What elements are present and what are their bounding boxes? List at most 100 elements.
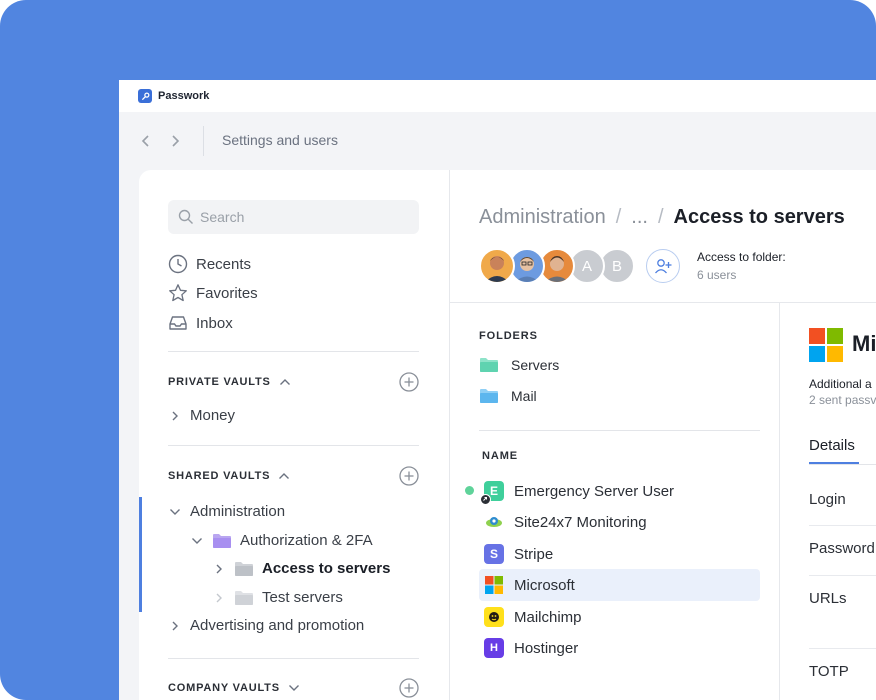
search-icon xyxy=(178,209,193,224)
folder-label: Servers xyxy=(511,357,560,373)
folders-heading: FOLDERS xyxy=(479,330,538,342)
vault-advertising-and-promotion[interactable]: Advertising and promotion xyxy=(168,617,364,634)
shared-vaults-header[interactable]: SHARED VAULTS xyxy=(168,466,419,486)
folder-test-servers[interactable]: Test servers xyxy=(212,589,343,606)
folder-servers[interactable]: Servers xyxy=(479,357,559,373)
navbar: Settings and users xyxy=(119,112,876,170)
item-label: Site24x7 Monitoring xyxy=(514,513,647,531)
tab-details[interactable]: Details xyxy=(809,437,855,454)
app-window: Passwork Settings and users Search Recen… xyxy=(119,80,876,700)
back-arrow-icon[interactable] xyxy=(138,132,154,150)
folder-label: Test servers xyxy=(262,589,343,606)
avatar-letter: B xyxy=(611,257,622,275)
menu-label: Favorites xyxy=(196,284,258,302)
folder-icon xyxy=(234,561,254,577)
vault-label: Advertising and promotion xyxy=(190,617,365,634)
add-user-button[interactable] xyxy=(646,249,680,283)
folder-icon xyxy=(480,389,498,403)
sidebar-divider xyxy=(168,351,419,352)
sidebar: Search Recents Favorites Inbox PRIVATE V… xyxy=(139,170,449,700)
chevron-down-icon[interactable] xyxy=(190,537,204,545)
item-list-pane: FOLDERS Servers Mail NAME E Emergency Se… xyxy=(450,303,780,700)
main-panel: Administration / ... / Access to servers… xyxy=(449,170,876,700)
add-vault-icon[interactable] xyxy=(399,372,419,397)
field-divider xyxy=(809,575,876,576)
company-vaults-header[interactable]: COMPANY VAULTS xyxy=(168,678,419,698)
access-count: 6 users xyxy=(697,268,737,282)
chevron-up-icon[interactable] xyxy=(278,472,290,480)
private-vaults-header[interactable]: PRIVATE VAULTS xyxy=(168,372,419,392)
search-input[interactable]: Search xyxy=(168,200,419,234)
site24x7-icon xyxy=(484,512,504,532)
folder-mail[interactable]: Mail xyxy=(479,388,537,404)
menu-item-recents[interactable]: Recents xyxy=(168,254,251,274)
vault-administration[interactable]: Administration xyxy=(168,503,285,520)
folder-label: Access to servers xyxy=(262,560,391,577)
add-user-icon xyxy=(655,259,672,274)
chevron-right-icon[interactable] xyxy=(212,563,226,575)
breadcrumb-separator: / xyxy=(615,206,622,228)
list-item[interactable]: Mailchimp xyxy=(479,601,760,633)
hostinger-icon: H xyxy=(484,638,504,658)
add-vault-icon[interactable] xyxy=(399,466,419,491)
avatar-group[interactable]: A B xyxy=(479,248,649,284)
mailchimp-icon xyxy=(484,607,504,627)
avatar-letter: A xyxy=(581,257,592,275)
folder-icon xyxy=(480,358,498,372)
list-item[interactable]: E Emergency Server User xyxy=(479,475,760,507)
list-item[interactable]: Site24x7 Monitoring xyxy=(479,506,760,538)
item-glyph: S xyxy=(489,547,498,561)
detail-title: Mi xyxy=(852,331,876,356)
field-password-label: Password xyxy=(809,540,875,557)
chevron-down-icon[interactable] xyxy=(168,508,182,516)
field-totp-label: TOTP xyxy=(809,663,849,680)
folder-label: Authorization & 2FA xyxy=(240,532,373,549)
item-label: Hostinger xyxy=(514,639,579,657)
section-label: SHARED VAULTS xyxy=(168,470,271,482)
passwork-logo-icon xyxy=(138,89,152,103)
list-divider xyxy=(479,430,760,431)
chevron-right-icon[interactable] xyxy=(168,620,182,632)
chevron-down-icon[interactable] xyxy=(288,684,300,692)
sidebar-divider xyxy=(168,445,419,446)
stripe-icon: S xyxy=(484,544,504,564)
clock-icon xyxy=(168,254,188,274)
titlebar: Passwork xyxy=(119,80,876,112)
item-label: Emergency Server User xyxy=(514,482,675,500)
folder-icon xyxy=(212,533,232,549)
breadcrumb-root[interactable]: Administration xyxy=(479,206,606,229)
chevron-up-icon[interactable] xyxy=(279,378,291,386)
menu-item-favorites[interactable]: Favorites xyxy=(168,283,258,303)
tabs-divider xyxy=(809,464,876,465)
breadcrumb-ellipsis[interactable]: ... xyxy=(631,206,648,229)
field-login-label: Login xyxy=(809,491,846,508)
online-status-dot xyxy=(465,486,474,495)
detail-sent-count: 2 sent passv xyxy=(809,393,876,407)
field-urls-label: URLs xyxy=(809,590,847,607)
item-label: Mailchimp xyxy=(514,608,582,626)
vault-money[interactable]: Money xyxy=(168,407,235,424)
folder-access-to-servers[interactable]: Access to servers xyxy=(212,560,390,577)
avatar xyxy=(479,248,515,284)
folder-authorization-2fa[interactable]: Authorization & 2FA xyxy=(190,532,373,549)
inbox-icon xyxy=(169,316,187,330)
chevron-right-icon[interactable] xyxy=(212,592,226,604)
list-item[interactable]: H Hostinger xyxy=(479,632,760,664)
field-divider xyxy=(809,525,876,526)
nav-title[interactable]: Settings and users xyxy=(222,132,338,148)
list-item-selected[interactable]: Microsoft xyxy=(479,569,760,601)
add-vault-icon[interactable] xyxy=(399,678,419,700)
menu-label: Recents xyxy=(196,255,252,273)
vault-label: Administration xyxy=(190,503,286,520)
chevron-right-icon[interactable] xyxy=(168,410,182,422)
section-label: COMPANY VAULTS xyxy=(168,682,280,694)
forward-arrow-icon[interactable] xyxy=(167,132,183,150)
access-label: Access to folder: xyxy=(697,250,786,264)
active-indicator xyxy=(139,497,142,612)
page-title: Access to servers xyxy=(673,206,845,228)
menu-item-inbox[interactable]: Inbox xyxy=(168,313,233,333)
list-item[interactable]: S Stripe xyxy=(479,538,760,570)
sidebar-divider xyxy=(168,658,419,659)
nav-divider xyxy=(203,126,204,156)
item-label: Stripe xyxy=(514,545,554,563)
